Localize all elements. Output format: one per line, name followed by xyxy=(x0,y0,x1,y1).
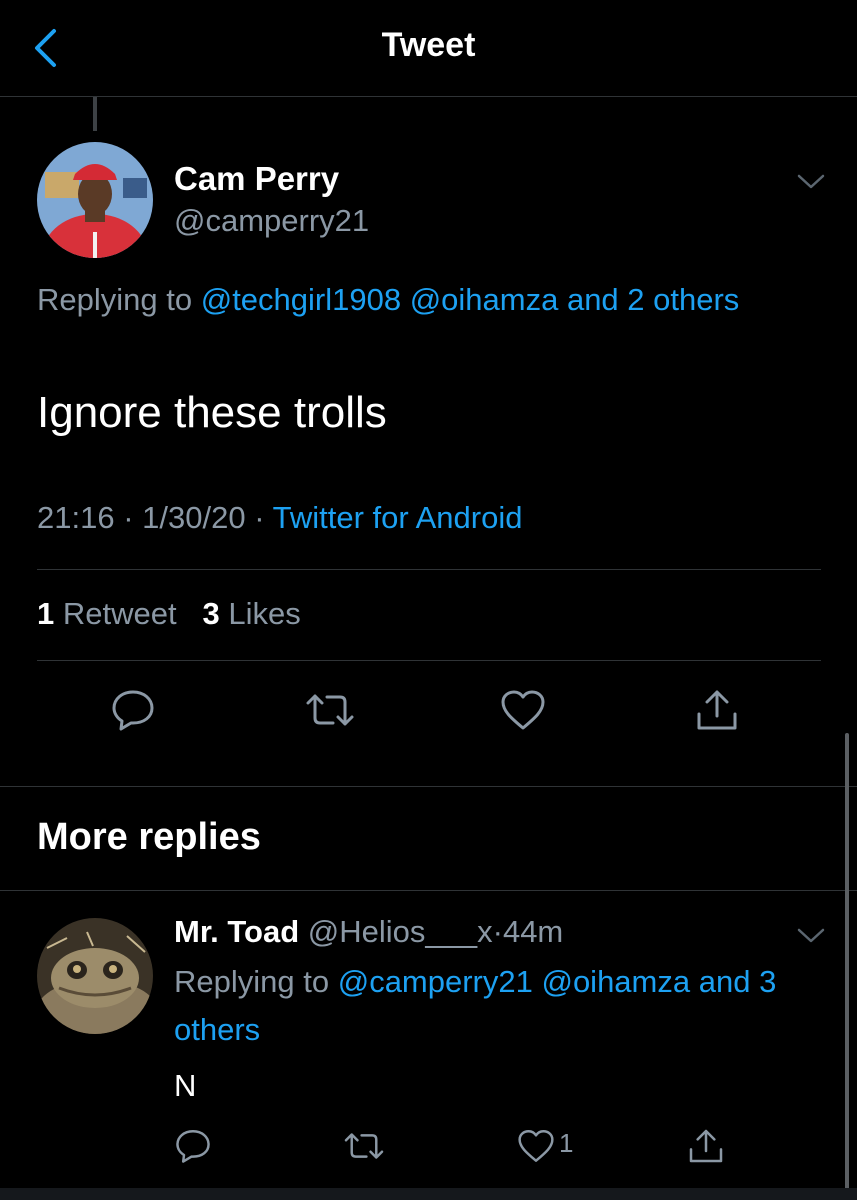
retweet-icon xyxy=(306,694,354,726)
tweet-source[interactable]: Twitter for Android xyxy=(273,500,523,535)
retweet-icon xyxy=(344,1133,384,1159)
reply-button[interactable] xyxy=(103,680,163,740)
tweet-options-button[interactable] xyxy=(796,172,826,192)
retweets-label: Retweet xyxy=(62,596,177,631)
reply-replying-to: Replying to @camperry21 @oihamza and 3 o… xyxy=(174,958,824,1054)
tweet-meta: 21:16 · 1/30/20 · Twitter for Android xyxy=(37,500,522,536)
reply-share-button[interactable] xyxy=(676,1116,736,1176)
tweet-text: Ignore these trolls xyxy=(37,388,387,437)
reply-author-handle[interactable]: @Helios___x xyxy=(308,914,493,949)
like-button[interactable] xyxy=(493,680,553,740)
reply-icon xyxy=(176,1130,210,1163)
retweet-button[interactable] xyxy=(300,680,360,740)
chevron-down-icon xyxy=(797,928,825,943)
reply-retweet-button[interactable] xyxy=(334,1116,394,1176)
top-bar: Tweet xyxy=(0,0,857,97)
author-handle[interactable]: @camperry21 xyxy=(174,203,369,239)
heart-icon xyxy=(501,690,545,730)
reply-meta-separator: · xyxy=(492,914,503,949)
likes-count: 3 xyxy=(202,596,220,631)
author-name[interactable]: Cam Perry xyxy=(174,160,339,198)
retweets-stat[interactable]: 1 Retweet xyxy=(37,596,177,631)
thread-connector-line xyxy=(93,97,97,131)
reply-like-count: 1 xyxy=(559,1128,574,1158)
divider xyxy=(37,660,821,661)
replying-to-mentions[interactable]: @techgirl1908 @oihamza and 2 others xyxy=(201,282,740,317)
reply-age: 44m xyxy=(502,914,564,949)
retweets-count: 1 xyxy=(37,596,55,631)
tweet-date: 1/30/20 xyxy=(142,500,246,535)
reply-header: Mr. Toad @Helios___x·44m xyxy=(174,914,563,950)
meta-separator: · xyxy=(123,500,134,535)
section-divider xyxy=(0,786,857,787)
more-replies-heading: More replies xyxy=(37,816,261,858)
share-button[interactable] xyxy=(687,680,747,740)
meta-separator: · xyxy=(254,500,265,535)
divider xyxy=(37,569,821,570)
reply-author-name[interactable]: Mr. Toad xyxy=(174,914,299,949)
likes-label: Likes xyxy=(228,596,301,631)
bottom-edge xyxy=(0,1188,857,1200)
share-icon xyxy=(689,1129,723,1163)
chevron-down-icon xyxy=(797,174,825,189)
reply-options-button[interactable] xyxy=(796,926,826,946)
reply-icon xyxy=(112,690,154,731)
likes-stat[interactable]: 3 Likes xyxy=(202,596,300,631)
replying-to-label: Replying to xyxy=(37,282,193,317)
reply-reply-button[interactable] xyxy=(163,1116,223,1176)
heart-icon xyxy=(518,1130,554,1162)
share-icon xyxy=(697,690,737,730)
reply-replying-to-label: Replying to xyxy=(174,964,330,999)
replying-to: Replying to @techgirl1908 @oihamza and 2… xyxy=(37,276,797,324)
scrollbar[interactable] xyxy=(845,733,849,1200)
section-divider xyxy=(0,890,857,891)
page-title: Tweet xyxy=(381,26,476,64)
reply-text: N xyxy=(174,1068,197,1103)
author-avatar[interactable] xyxy=(37,142,153,258)
tweet-stats: 1 Retweet 3 Likes xyxy=(37,596,301,632)
reply-author-avatar[interactable] xyxy=(37,918,153,1034)
tweet-time: 21:16 xyxy=(37,500,115,535)
reply-like-button[interactable] xyxy=(506,1116,566,1176)
